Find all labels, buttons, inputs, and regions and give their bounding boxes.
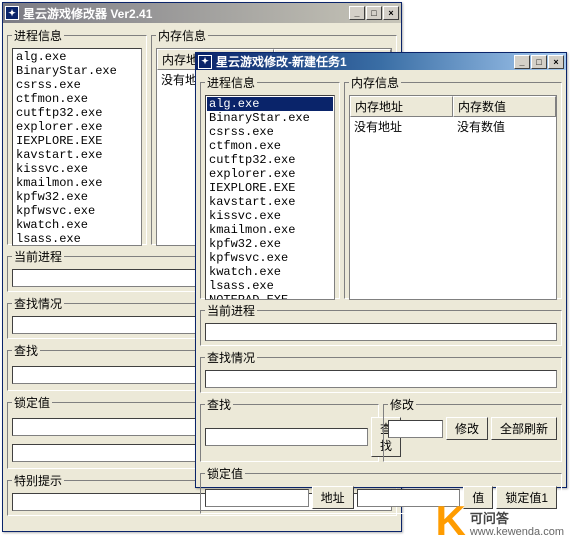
process-item[interactable]: kavstart.exe <box>207 195 333 209</box>
lock-addr-input[interactable] <box>205 489 309 507</box>
process-item[interactable]: cutftp32.exe <box>14 106 140 120</box>
watermark: K 可问答 www.kewenda.com <box>436 504 565 538</box>
task-window: ✦ 星云游戏修改-新建任务1 _ □ × 进程信息 alg.exeBinaryS… <box>195 52 567 488</box>
find-legend: 查找 <box>205 396 233 413</box>
cell-value: 没有数值 <box>453 117 556 136</box>
close-button[interactable]: × <box>383 6 399 20</box>
window-body: 进程信息 alg.exeBinaryStar.execsrss.exectfmo… <box>196 70 566 518</box>
process-item[interactable]: cutftp32.exe <box>207 153 333 167</box>
modify-button[interactable]: 修改 <box>446 417 488 440</box>
process-item[interactable]: NOTEPAD.EXE <box>207 293 333 300</box>
process-item[interactable]: alg.exe <box>14 50 140 64</box>
modify-legend: 修改 <box>388 396 416 413</box>
maximize-button[interactable]: □ <box>366 6 382 20</box>
lock-legend: 锁定值 <box>12 394 52 411</box>
table-row[interactable]: 没有地址 没有数值 <box>350 117 556 136</box>
process-item[interactable]: csrss.exe <box>14 78 140 92</box>
modify-group: 修改 修改 全部刷新 <box>383 396 562 462</box>
process-item[interactable]: kwatch.exe <box>207 265 333 279</box>
window-controls: _ □ × <box>514 55 564 69</box>
memory-table[interactable]: 内存地址 内存数值 没有地址 没有数值 <box>349 95 557 300</box>
find-group: 查找 查找 <box>200 396 379 462</box>
process-item[interactable]: explorer.exe <box>207 167 333 181</box>
process-item[interactable]: kpfwsvc.exe <box>207 251 333 265</box>
process-item[interactable]: lsass.exe <box>207 279 333 293</box>
process-item[interactable]: BinaryStar.exe <box>207 111 333 125</box>
process-item[interactable]: BinaryStar.exe <box>14 64 140 78</box>
cell-address: 没有地址 <box>350 117 453 136</box>
memory-group-legend: 内存信息 <box>349 74 401 91</box>
process-group: 进程信息 alg.exeBinaryStar.execsrss.exectfmo… <box>7 27 147 245</box>
col-address[interactable]: 内存地址 <box>350 96 453 117</box>
minimize-button[interactable]: _ <box>349 6 365 20</box>
process-list[interactable]: alg.exeBinaryStar.execsrss.exectfmon.exe… <box>205 95 335 300</box>
current-process-legend: 当前进程 <box>205 302 257 319</box>
minimize-button[interactable]: _ <box>514 55 530 69</box>
process-item[interactable]: ctfmon.exe <box>207 139 333 153</box>
app-icon: ✦ <box>5 6 19 20</box>
col-value[interactable]: 内存数值 <box>453 96 556 117</box>
process-group: 进程信息 alg.exeBinaryStar.execsrss.exectfmo… <box>200 74 340 299</box>
find-input[interactable] <box>205 428 368 446</box>
process-item[interactable]: kpfw32.exe <box>207 237 333 251</box>
process-item[interactable]: kpfwsvc.exe <box>14 204 140 218</box>
memory-group-legend: 内存信息 <box>156 27 208 44</box>
close-button[interactable]: × <box>548 55 564 69</box>
find-status-input[interactable] <box>205 370 557 388</box>
process-item[interactable]: kwatch.exe <box>14 218 140 232</box>
process-item[interactable]: kissvc.exe <box>207 209 333 223</box>
watermark-logo: K <box>436 504 466 538</box>
lock-legend: 锁定值 <box>205 465 245 482</box>
find-status-group: 查找情况 <box>200 349 562 393</box>
modify-input[interactable] <box>388 420 443 438</box>
process-item[interactable]: csrss.exe <box>207 125 333 139</box>
process-group-legend: 进程信息 <box>12 27 64 44</box>
watermark-cn: 可问答 <box>470 512 564 526</box>
find-status-legend: 查找情况 <box>205 349 257 366</box>
find-legend: 查找 <box>12 342 40 359</box>
tips-legend: 特别提示 <box>12 472 64 489</box>
current-process-input[interactable] <box>205 323 557 341</box>
process-item[interactable]: kavstart.exe <box>14 148 140 162</box>
find-status-legend: 查找情况 <box>12 295 64 312</box>
process-item[interactable]: explorer.exe <box>14 120 140 134</box>
process-item[interactable]: kmailmon.exe <box>207 223 333 237</box>
titlebar[interactable]: ✦ 星云游戏修改器 Ver2.41 _ □ × <box>3 3 401 23</box>
refresh-all-button[interactable]: 全部刷新 <box>491 417 557 440</box>
addr-button[interactable]: 地址 <box>312 486 354 509</box>
app-icon: ✦ <box>198 55 212 69</box>
maximize-button[interactable]: □ <box>531 55 547 69</box>
watermark-url: www.kewenda.com <box>470 526 564 538</box>
window-title: 星云游戏修改器 Ver2.41 <box>23 5 349 22</box>
process-item[interactable]: ctfmon.exe <box>14 92 140 106</box>
current-process-legend: 当前进程 <box>12 248 64 265</box>
process-item[interactable]: kmailmon.exe <box>14 176 140 190</box>
process-item[interactable]: lsass.exe <box>14 232 140 246</box>
memory-group: 内存信息 内存地址 内存数值 没有地址 没有数值 <box>344 74 562 299</box>
process-item[interactable]: IEXPLORE.EXE <box>14 134 140 148</box>
titlebar[interactable]: ✦ 星云游戏修改-新建任务1 _ □ × <box>196 53 566 70</box>
window-title: 星云游戏修改-新建任务1 <box>216 53 514 70</box>
process-item[interactable]: kpfw32.exe <box>14 190 140 204</box>
process-list[interactable]: alg.exeBinaryStar.execsrss.exectfmon.exe… <box>12 48 142 246</box>
process-item[interactable]: IEXPLORE.EXE <box>207 181 333 195</box>
process-item[interactable]: alg.exe <box>207 97 333 111</box>
process-group-legend: 进程信息 <box>205 74 257 91</box>
process-item[interactable]: kissvc.exe <box>14 162 140 176</box>
window-controls: _ □ × <box>349 6 399 20</box>
current-process-group: 当前进程 <box>200 302 562 346</box>
